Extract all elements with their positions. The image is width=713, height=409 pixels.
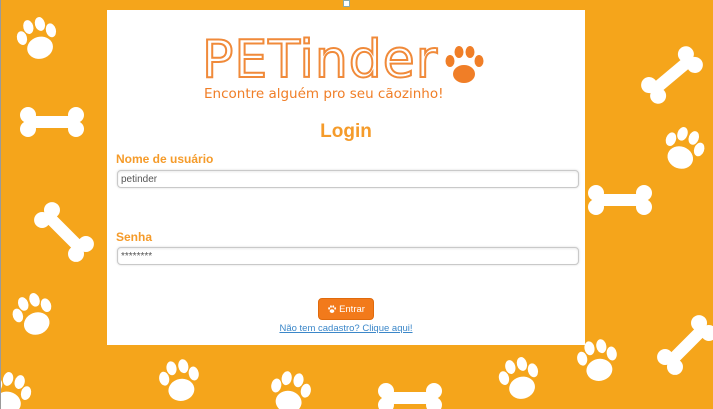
submit-button[interactable]: Entrar (318, 298, 374, 320)
logo-text: PETinder (201, 30, 439, 90)
submit-label: Entrar (339, 303, 365, 315)
username-label: Nome de usuário (116, 152, 214, 166)
resize-handle[interactable] (343, 0, 350, 7)
paw-icon (0, 368, 36, 409)
paw-icon (445, 46, 484, 83)
username-input[interactable] (117, 170, 579, 188)
paw-icon (12, 13, 63, 64)
password-label: Senha (116, 230, 153, 244)
paw-icon (657, 122, 710, 175)
window-edge (0, 0, 1, 409)
bone-icon (20, 107, 84, 137)
tagline: Encontre alguém pro seu cãozinho! (204, 86, 444, 102)
bone-icon (653, 311, 713, 379)
paw-icon (156, 356, 203, 405)
app-logo: PETinder (201, 30, 502, 92)
bone-icon (30, 198, 98, 266)
bone-icon (637, 42, 707, 108)
page-title: Login (320, 121, 372, 142)
paw-icon (267, 368, 314, 409)
paw-icon (7, 288, 60, 341)
bone-icon (588, 185, 652, 215)
password-input[interactable] (117, 247, 579, 265)
login-card: PETinder Encontre alguém pro seu cãozinh… (107, 10, 585, 345)
signup-link[interactable]: Não tem cadastro? Clique aqui! (107, 323, 585, 334)
bone-icon (378, 383, 442, 409)
paw-icon (328, 305, 337, 313)
paw-icon (494, 353, 545, 404)
